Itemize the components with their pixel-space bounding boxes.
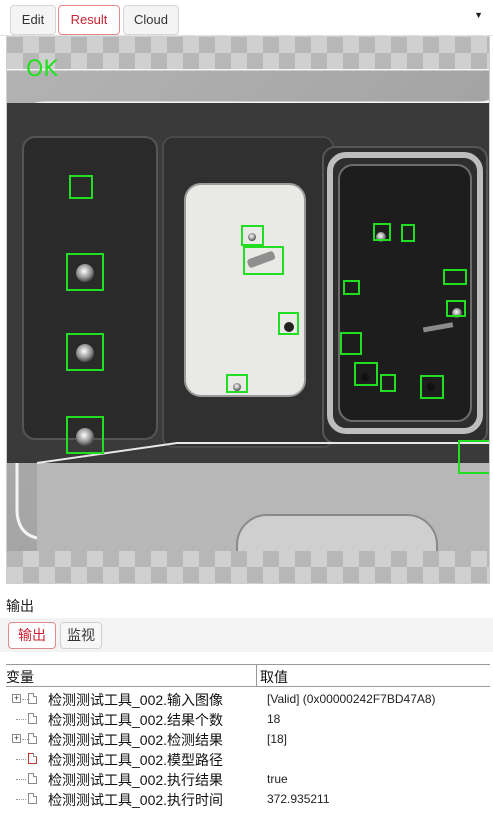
inspection-image [7, 69, 489, 583]
table-row[interactable]: 检测测试工具_002.执行结果 true [6, 769, 490, 789]
column-header-value[interactable]: 取值 [260, 667, 288, 687]
variable-value: [Valid] (0x00000242F7BD47A8) [267, 692, 436, 706]
tree-connector [16, 719, 26, 720]
variable-value: 372.935211 [267, 792, 330, 806]
document-icon [28, 793, 37, 804]
expand-icon[interactable]: + [12, 694, 21, 703]
variable-table: 变量 取值 + 检测测试工具_002.输入图像 [Valid] (0x00000… [6, 664, 490, 816]
document-icon [28, 713, 37, 724]
document-icon [28, 693, 37, 704]
inspection-status-label: OK [26, 57, 58, 82]
document-icon [28, 733, 37, 744]
variable-value: 18 [267, 712, 281, 726]
tab-result[interactable]: Result [58, 5, 120, 35]
table-row[interactable]: 检测测试工具_002.执行时间 372.935211 [6, 789, 490, 809]
column-header-variable[interactable]: 变量 [6, 667, 34, 687]
image-viewport[interactable]: OK [6, 36, 490, 584]
document-icon [28, 753, 37, 764]
variable-name: 检测测试工具_002.执行时间 [48, 792, 224, 808]
table-header: 变量 取值 [6, 665, 490, 687]
output-subtab-bar: 输出 监视 [0, 618, 493, 652]
table-row[interactable]: + 检测测试工具_002.输入图像 [Valid] (0x00000242F7B… [6, 689, 490, 709]
variable-name: 检测测试工具_002.模型路径 [48, 752, 224, 768]
dropdown-arrow-icon[interactable]: ▼ [474, 10, 483, 20]
column-divider[interactable] [256, 665, 257, 687]
table-row[interactable]: 检测测试工具_002.结果个数 18 [6, 709, 490, 729]
variable-name: 检测测试工具_002.结果个数 [48, 712, 224, 728]
table-row[interactable]: 检测测试工具_002.模型路径 [6, 749, 490, 769]
tab-cloud[interactable]: Cloud [123, 5, 179, 35]
tree-connector [16, 759, 26, 760]
transparency-checker-bottom [7, 551, 489, 583]
table-row[interactable]: + 检测测试工具_002.检测结果 [18] [6, 729, 490, 749]
variable-value: true [267, 772, 288, 786]
tree-connector [16, 799, 26, 800]
transparency-checker-top [7, 37, 489, 69]
result-tab-bar: Edit Result Cloud ▼ [0, 0, 493, 36]
variable-name: 检测测试工具_002.检测结果 [48, 732, 224, 748]
variable-name: 检测测试工具_002.输入图像 [48, 692, 224, 708]
variable-name: 检测测试工具_002.执行结果 [48, 772, 224, 788]
tab-edit[interactable]: Edit [10, 5, 56, 35]
subtab-output[interactable]: 输出 [8, 622, 56, 649]
subtab-monitor[interactable]: 监视 [60, 622, 102, 649]
tree-connector [16, 779, 26, 780]
document-icon [28, 773, 37, 784]
expand-icon[interactable]: + [12, 734, 21, 743]
variable-value: [18] [267, 732, 288, 746]
output-section-title: 输出 [6, 598, 34, 614]
